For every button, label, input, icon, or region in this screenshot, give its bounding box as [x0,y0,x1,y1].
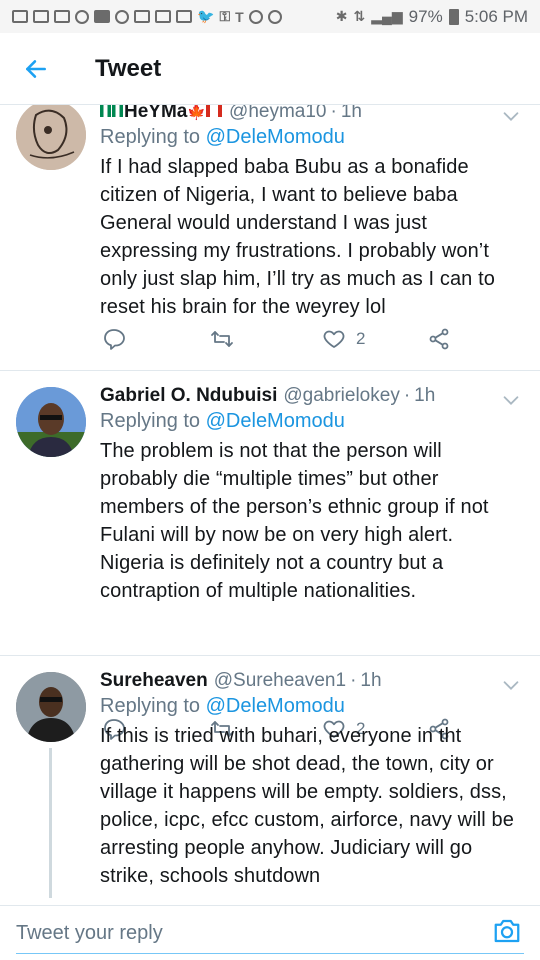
replying-to-line: Replying to @DeleMomodu [100,695,522,718]
thread-line [49,748,52,898]
signal-icon: ▂▄▆ [371,8,403,24]
twitter-icon: 🐦 [197,8,215,24]
author-row: HeYMa 🍁 @heyma10 · 1h [100,105,522,123]
tweet-content: Sureheaven @Sureheaven1 · 1h Replying to… [100,670,522,890]
avatar-image [16,387,86,457]
canada-flag-icon [206,105,223,117]
avatar[interactable] [16,105,86,170]
gamepad-icon [75,9,89,24]
mail-icon [33,10,49,23]
email-icon [134,10,150,23]
tweet-text: If this is tried with buhari, everyone i… [100,725,514,887]
avatar-image [16,105,86,170]
share-icon [430,328,449,350]
mail-icon [54,10,70,23]
chevron-down-icon[interactable] [500,105,522,127]
author-row: Sureheaven @Sureheaven1 · 1h [100,670,522,692]
avatar[interactable] [16,672,86,742]
reply-input[interactable] [16,921,456,945]
tweet-text: The problem is not that the person will … [100,440,489,602]
tweet[interactable]: HeYMa 🍁 @heyma10 · 1h Replying to @DeleM… [0,105,540,365]
user-handle[interactable]: @heyma10 [229,105,326,123]
clock: 5:06 PM [464,6,528,26]
display-name[interactable]: Gabriel O. Ndubuisi [100,385,277,407]
messenger-icon [115,9,129,24]
tweet-actions: 2 [100,327,460,351]
back-button[interactable] [0,33,72,105]
reply-feed[interactable]: HeYMa 🍁 @heyma10 · 1h Replying to @DeleM… [0,105,540,905]
app-header: Tweet [0,33,540,105]
status-bar: 🐦 ⚿ T ✱ ⇅ ▂▄▆ 97% 5:06 PM [0,0,540,33]
t-icon: T [235,8,244,25]
notification-icon [12,10,28,23]
separator-dot: · [330,105,337,122]
battery-percent: 97% [408,6,443,26]
user-handle[interactable]: @Sureheaven1 [214,670,346,692]
chevron-down-icon[interactable] [500,389,522,411]
separator-dot: · [350,670,357,691]
avatar[interactable] [16,387,86,457]
user-handle[interactable]: @gabrielokey [283,385,399,407]
mention-link[interactable]: @DeleMomodu [206,410,345,432]
timestamp: 1h [414,385,436,406]
like-button[interactable]: 2 [322,327,365,351]
replying-to-line: Replying to @DeleMomodu [100,126,522,149]
share-button[interactable] [427,327,451,351]
photo-icon [176,10,192,23]
retweet-icon [211,331,233,347]
instagram-icon [267,9,282,24]
camera-icon[interactable] [492,916,522,946]
system-status: ✱ ⇅ ▂▄▆ 97% 5:06 PM [336,7,528,27]
chat-icon [94,10,110,23]
replying-to-label: Replying to [100,410,201,432]
nigeria-flag-icon [100,105,111,117]
timestamp: 1h [340,105,362,122]
back-arrow-icon [26,59,46,78]
tweet-text: If I had slapped baba Bubu as a bonafide… [100,156,495,318]
key-icon: ⚿ [219,8,231,24]
nigeria-flag-icon [112,105,123,117]
reply-composer [0,905,540,960]
tweet-content: HeYMa 🍁 @heyma10 · 1h Replying to @DeleM… [100,105,522,321]
author-row: Gabriel O. Ndubuisi @gabrielokey · 1h [100,385,522,407]
maple-leaf-icon: 🍁 [187,105,207,121]
replying-to-label: Replying to [100,695,201,717]
input-underline [16,953,524,954]
tweet[interactable]: Sureheaven @Sureheaven1 · 1h Replying to… [0,655,540,905]
app-icon [248,9,263,24]
bluetooth-icon: ✱ [335,8,348,24]
replying-to-label: Replying to [100,126,201,148]
page-title: Tweet [95,54,162,82]
mention-link[interactable]: @DeleMomodu [206,126,345,148]
notification-icons: 🐦 ⚿ T [12,8,282,25]
news-icon [155,10,171,23]
heart-icon [323,330,345,348]
chevron-down-icon[interactable] [500,674,522,696]
tweet-content: Gabriel O. Ndubuisi @gabrielokey · 1h Re… [100,385,522,605]
display-name[interactable]: HeYMa [124,105,187,123]
display-name[interactable]: Sureheaven [100,670,208,692]
data-icon: ⇅ [353,8,366,24]
separator-dot: · [403,385,411,406]
like-count: 2 [356,329,366,348]
retweet-button[interactable] [210,327,234,351]
replying-to-line: Replying to @DeleMomodu [100,410,522,433]
mention-link[interactable]: @DeleMomodu [206,695,345,717]
avatar-image [16,672,86,742]
battery-icon [448,8,459,25]
timestamp: 1h [360,670,382,691]
tweet[interactable]: Gabriel O. Ndubuisi @gabrielokey · 1h Re… [0,370,540,740]
reply-button[interactable] [102,327,126,351]
reply-icon [104,329,125,350]
